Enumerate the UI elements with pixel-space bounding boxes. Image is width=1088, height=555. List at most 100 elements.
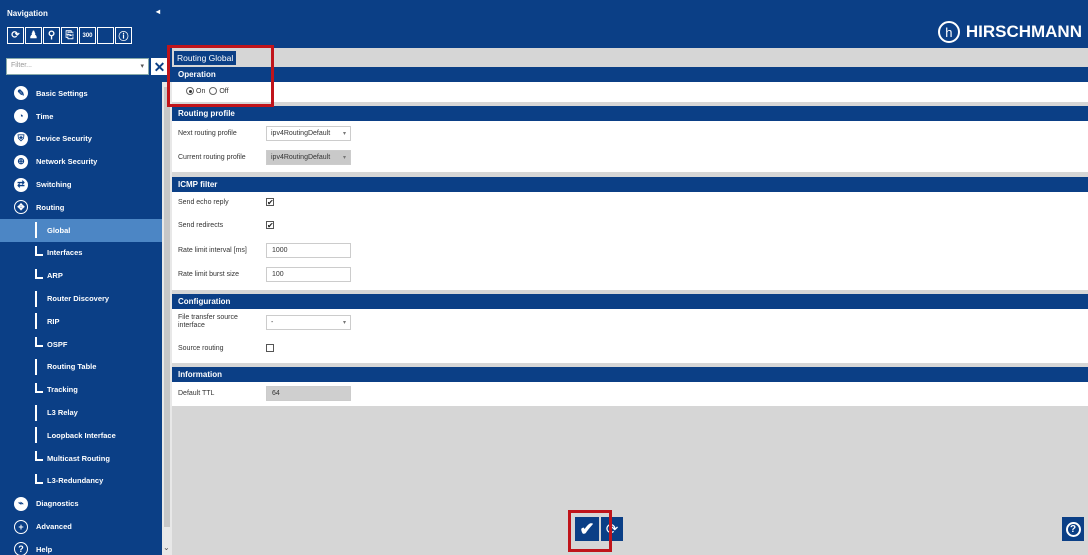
help-button[interactable]: ?	[1062, 517, 1084, 541]
filter-placeholder: Filter...	[11, 62, 33, 69]
chevron-down-icon: ▾	[342, 155, 346, 161]
sidebar-item-router-discovery[interactable]: Router Discovery	[0, 287, 162, 310]
chevron-down-icon[interactable]: ▾	[140, 62, 144, 70]
tree-line-icon	[35, 427, 37, 444]
icmp-filter-header: ICMP filter	[172, 177, 1088, 192]
tree-line-icon	[35, 222, 37, 239]
tree-line-icon	[35, 290, 37, 307]
filter-input[interactable]: Filter... ▾	[6, 58, 149, 75]
operation-header: Operation	[172, 67, 1088, 82]
help-circle-icon: ?	[12, 541, 30, 555]
configuration-section: File transfer source interface - ▾ Sourc…	[172, 309, 1088, 363]
sidebar-item-label: Switching	[36, 180, 72, 190]
scrollbar-thumb[interactable]	[164, 87, 170, 527]
icmp-filter-section: Send echo reply ✔ Send redirects ✔ Rate …	[172, 192, 1088, 290]
export-icon[interactable]: ⎘	[61, 27, 78, 44]
sidebar-item-global[interactable]: Global	[0, 218, 162, 242]
navigation-header: Navigation ◂	[0, 0, 172, 26]
sidebar-item-label: Tracking	[47, 385, 78, 395]
sidebar-item-device-security[interactable]: ⛨ Device Security	[0, 128, 162, 151]
sidebar-item-switching[interactable]: ⇄ Switching	[0, 173, 162, 196]
wrench-icon-glyph: ✎	[14, 86, 28, 101]
sidebar-item-label: Diagnostics	[36, 499, 79, 509]
rate-limit-interval-input[interactable]: 1000	[266, 243, 351, 258]
sidebar-item-label: L3 Relay	[47, 408, 78, 418]
user-icon[interactable]: ♟	[25, 27, 42, 44]
sidebar-scrollbar[interactable]: ⌄	[162, 82, 172, 555]
shield-icon-glyph: ⛨	[14, 131, 28, 146]
switching-icon-glyph: ⇄	[14, 177, 28, 192]
sidebar-item-interfaces[interactable]: Interfaces	[0, 242, 162, 265]
file-transfer-source-select[interactable]: - ▾	[266, 314, 351, 330]
sidebar-item-help[interactable]: ? Help	[0, 538, 162, 555]
plus-circle-icon-glyph: +	[14, 519, 28, 534]
sidebar-item-diagnostics[interactable]: ⌁ Diagnostics	[0, 492, 162, 515]
sidebar-item-basic-settings[interactable]: ✎ Basic Settings	[0, 82, 162, 105]
file-transfer-source-row: File transfer source interface - ▾	[178, 314, 351, 330]
refresh-icon[interactable]: ⟳	[7, 27, 24, 44]
sidebar-item-multicast-routing[interactable]: Multicast Routing	[0, 447, 162, 470]
source-routing-checkbox[interactable]	[266, 344, 274, 352]
search-refresh-icon[interactable]: ⚲	[43, 27, 60, 44]
sidebar-item-advanced[interactable]: + Advanced	[0, 515, 162, 538]
send-echo-reply-checkbox[interactable]: ✔	[266, 198, 274, 207]
sidebar-item-l3-redundancy[interactable]: L3-Redundancy	[0, 470, 162, 493]
rate-limit-interval-label: Rate limit interval [ms]	[178, 247, 247, 254]
annotation-operation-highlight	[167, 45, 274, 107]
sidebar-item-loopback-interface[interactable]: Loopback Interface	[0, 424, 162, 447]
chevron-down-icon: ▾	[342, 131, 346, 137]
information-header: Information	[172, 367, 1088, 382]
info-icon[interactable]: ⓘ	[115, 27, 132, 44]
blank-icon[interactable]	[97, 27, 114, 44]
sidebar-item-routing-table[interactable]: Routing Table	[0, 356, 162, 379]
rate-limit-burst-input[interactable]: 100	[266, 267, 351, 282]
main-content: Routing Global Operation On Off Routing …	[172, 48, 1088, 555]
sidebar-item-label: Router Discovery	[47, 294, 110, 304]
current-routing-profile-value: ipv4RoutingDefault	[271, 154, 331, 161]
rate-limit-burst-row: Rate limit burst size 100	[178, 267, 351, 282]
counter-icon[interactable]: 300	[79, 27, 96, 44]
source-routing-label: Source routing	[178, 344, 224, 352]
sidebar-item-tracking[interactable]: Tracking	[0, 378, 162, 401]
routing-profile-header: Routing profile	[172, 106, 1088, 121]
next-routing-profile-select[interactable]: ipv4RoutingDefault ▾	[266, 126, 351, 141]
sidebar-item-routing[interactable]: ✥ Routing	[0, 196, 162, 219]
default-ttl-label: Default TTL	[178, 390, 215, 397]
tree-branch-icon	[35, 473, 43, 484]
globe-lock-icon-glyph: ⊕	[14, 154, 28, 169]
scroll-down-icon[interactable]: ⌄	[163, 543, 170, 552]
wrench-icon: ✎	[12, 85, 30, 101]
routing-profile-section: Next routing profile ipv4RoutingDefault …	[172, 121, 1088, 172]
sidebar-item-label: Global	[47, 225, 71, 235]
current-routing-profile-label: Current routing profile	[178, 154, 246, 161]
hirschmann-logo-icon: h	[937, 21, 960, 43]
send-redirects-label: Send redirects	[178, 221, 224, 229]
top-header: h HIRSCHMANN	[172, 0, 1088, 48]
sidebar-item-label: Time	[36, 111, 54, 121]
sidebar-item-time[interactable]: ◔ Time	[0, 105, 162, 128]
clear-filter-button[interactable]: ✕	[151, 58, 168, 75]
routing-icon-glyph: ✥	[14, 200, 28, 215]
diagnostics-icon: ⌁	[12, 496, 30, 512]
next-routing-profile-value: ipv4RoutingDefault	[271, 130, 331, 137]
sidebar-item-network-security[interactable]: ⊕ Network Security	[0, 150, 162, 173]
sidebar-item-rip[interactable]: RIP	[0, 310, 162, 333]
help-circle-icon-glyph: ?	[14, 542, 28, 555]
sidebar-item-l3-relay[interactable]: L3 Relay	[0, 401, 162, 424]
sidebar-item-label: Loopback Interface	[47, 430, 116, 440]
sidebar-item-label: Routing Table	[47, 362, 97, 372]
sidebar-item-label: Interfaces	[47, 248, 83, 258]
source-routing-row: Source routing	[178, 344, 274, 352]
switching-icon: ⇄	[12, 177, 30, 193]
sidebar-item-ospf[interactable]: OSPF	[0, 333, 162, 356]
sidebar-item-label: Advanced	[36, 522, 72, 532]
diagnostics-icon-glyph: ⌁	[14, 496, 28, 511]
sidebar-item-arp[interactable]: ARP	[0, 264, 162, 287]
tree-branch-icon	[35, 451, 43, 462]
send-redirects-checkbox[interactable]: ✔	[266, 221, 274, 230]
collapse-icon[interactable]: ◂	[156, 7, 160, 16]
globe-lock-icon: ⊕	[12, 154, 30, 170]
operation-section: On Off	[172, 82, 1088, 102]
navigation-tree: ✎ Basic Settings ◔ Time ⛨ Device Security ⊕ Net…	[0, 82, 162, 555]
tree-line-icon	[35, 358, 37, 375]
